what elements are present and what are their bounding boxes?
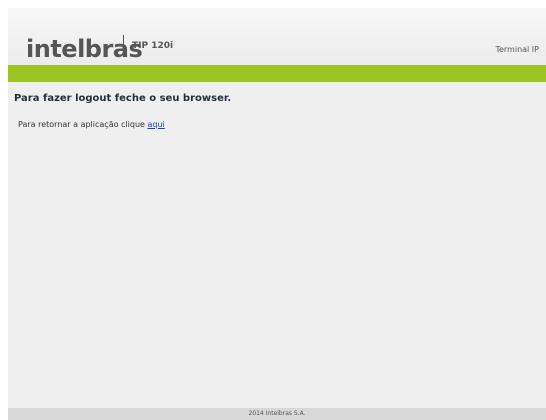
return-text: Para retornar a aplicação clique (18, 120, 145, 129)
device-label: Terminal IP (495, 45, 539, 54)
copyright-text: 2014 Intelbras S.A. (248, 410, 306, 417)
return-line: Para retornar a aplicação clique aqui (18, 120, 165, 129)
logo-divider (123, 35, 124, 55)
footer: 2014 Intelbras S.A. (8, 408, 546, 420)
page-frame: intelbras TIP 120i Terminal IP Para faze… (8, 8, 546, 420)
header: intelbras TIP 120i Terminal IP (8, 8, 546, 65)
model-name: TIP 120i (132, 41, 174, 51)
accent-bar (8, 65, 546, 82)
logout-heading: Para fazer logout feche o seu browser. (14, 93, 232, 104)
return-link[interactable]: aqui (148, 120, 165, 129)
intelbras-logo: intelbras (26, 35, 143, 63)
